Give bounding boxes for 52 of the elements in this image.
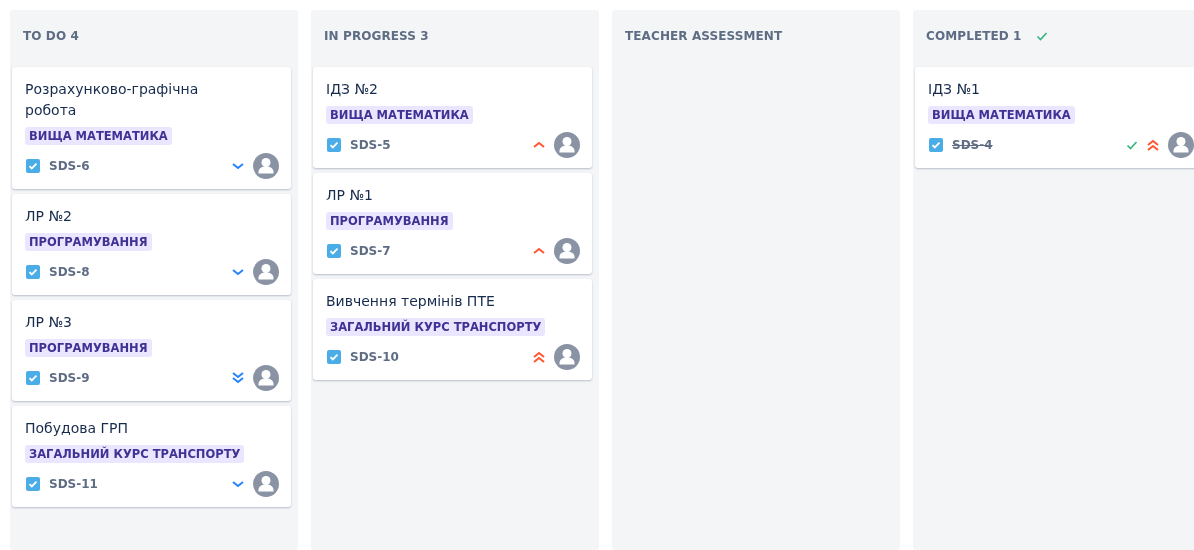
issue-key: SDS-10 [350, 350, 524, 364]
issue-key: SDS-6 [49, 159, 223, 173]
issue-key: SDS-9 [49, 371, 223, 385]
card-title: ІДЗ №2 [326, 80, 379, 99]
task-icon [25, 264, 41, 280]
task-card[interactable]: Побудова ГРП ЗАГАЛЬНИЙ КУРС ТРАНСПОРТУ SDS-11 [12, 406, 291, 507]
task-card[interactable]: ІДЗ №2 ВИЩА МАТЕМАТИКА SDS-5 [313, 67, 592, 168]
column-title: COMPLETED 1 [926, 29, 1022, 43]
epic-label: ПРОГРАМУВАННЯ [326, 212, 453, 230]
task-card[interactable]: ЛР №3 ПРОГРАМУВАННЯ SDS-9 [12, 300, 291, 401]
issue-key: SDS-4 [952, 138, 1118, 152]
avatar-icon[interactable] [554, 132, 580, 158]
epic-label: ПРОГРАМУВАННЯ [25, 339, 152, 357]
issue-key: SDS-7 [350, 244, 524, 258]
avatar-icon[interactable] [253, 471, 279, 497]
task-card[interactable]: ІДЗ №1 ВИЩА МАТЕМАТИКА SDS-4 [915, 67, 1194, 168]
task-icon [326, 349, 342, 365]
column-title: IN PROGRESS 3 [324, 29, 429, 43]
issue-key: SDS-11 [49, 477, 223, 491]
avatar-icon[interactable] [554, 238, 580, 264]
epic-label: ЗАГАЛЬНИЙ КУРС ТРАНСПОРТУ [25, 445, 245, 463]
task-card[interactable]: ЛР №1 ПРОГРАМУВАННЯ SDS-7 [313, 173, 592, 274]
epic-label: ВИЩА МАТЕМАТИКА [928, 106, 1075, 124]
card-title: Розрахунково-графічна робота [25, 80, 200, 120]
epic-label: ВИЩА МАТЕМАТИКА [25, 127, 172, 145]
column-title: TEACHER ASSESSMENT [625, 29, 783, 43]
task-card[interactable]: Вивчення термінів ПТЕ ЗАГАЛЬНИЙ КУРС ТРАНСПОРТУ SDS-10 [313, 279, 592, 380]
epic-label: ЗАГАЛЬНИЙ КУРС ТРАНСПОРТУ [326, 318, 546, 336]
task-icon [25, 158, 41, 174]
card-title: ЛР №1 [326, 186, 374, 205]
column-title: TO DO 4 [23, 29, 79, 43]
card-title: Вивчення термінів ПТЕ [326, 292, 496, 311]
avatar-icon[interactable] [554, 344, 580, 370]
avatar-icon[interactable] [1168, 132, 1194, 158]
task-card[interactable]: ЛР №2 ПРОГРАМУВАННЯ SDS-8 [12, 194, 291, 295]
avatar-icon[interactable] [253, 153, 279, 179]
avatar-icon[interactable] [253, 259, 279, 285]
task-icon [25, 476, 41, 492]
task-icon [326, 243, 342, 259]
task-icon [928, 137, 944, 153]
task-icon [326, 137, 342, 153]
card-title: ЛР №3 [25, 313, 73, 332]
card-title: Побудова ГРП [25, 419, 130, 438]
card-title: ЛР №2 [25, 207, 73, 226]
card-title: ІДЗ №1 [928, 80, 981, 99]
task-card[interactable]: Розрахунково-графічна робота ВИЩА МАТЕМАТИКА SDS-6 [12, 67, 291, 189]
issue-key: SDS-8 [49, 265, 223, 279]
epic-label: ПРОГРАМУВАННЯ [25, 233, 152, 251]
issue-key: SDS-5 [350, 138, 524, 152]
avatar-icon[interactable] [253, 365, 279, 391]
epic-label: ВИЩА МАТЕМАТИКА [326, 106, 473, 124]
task-icon [25, 370, 41, 386]
